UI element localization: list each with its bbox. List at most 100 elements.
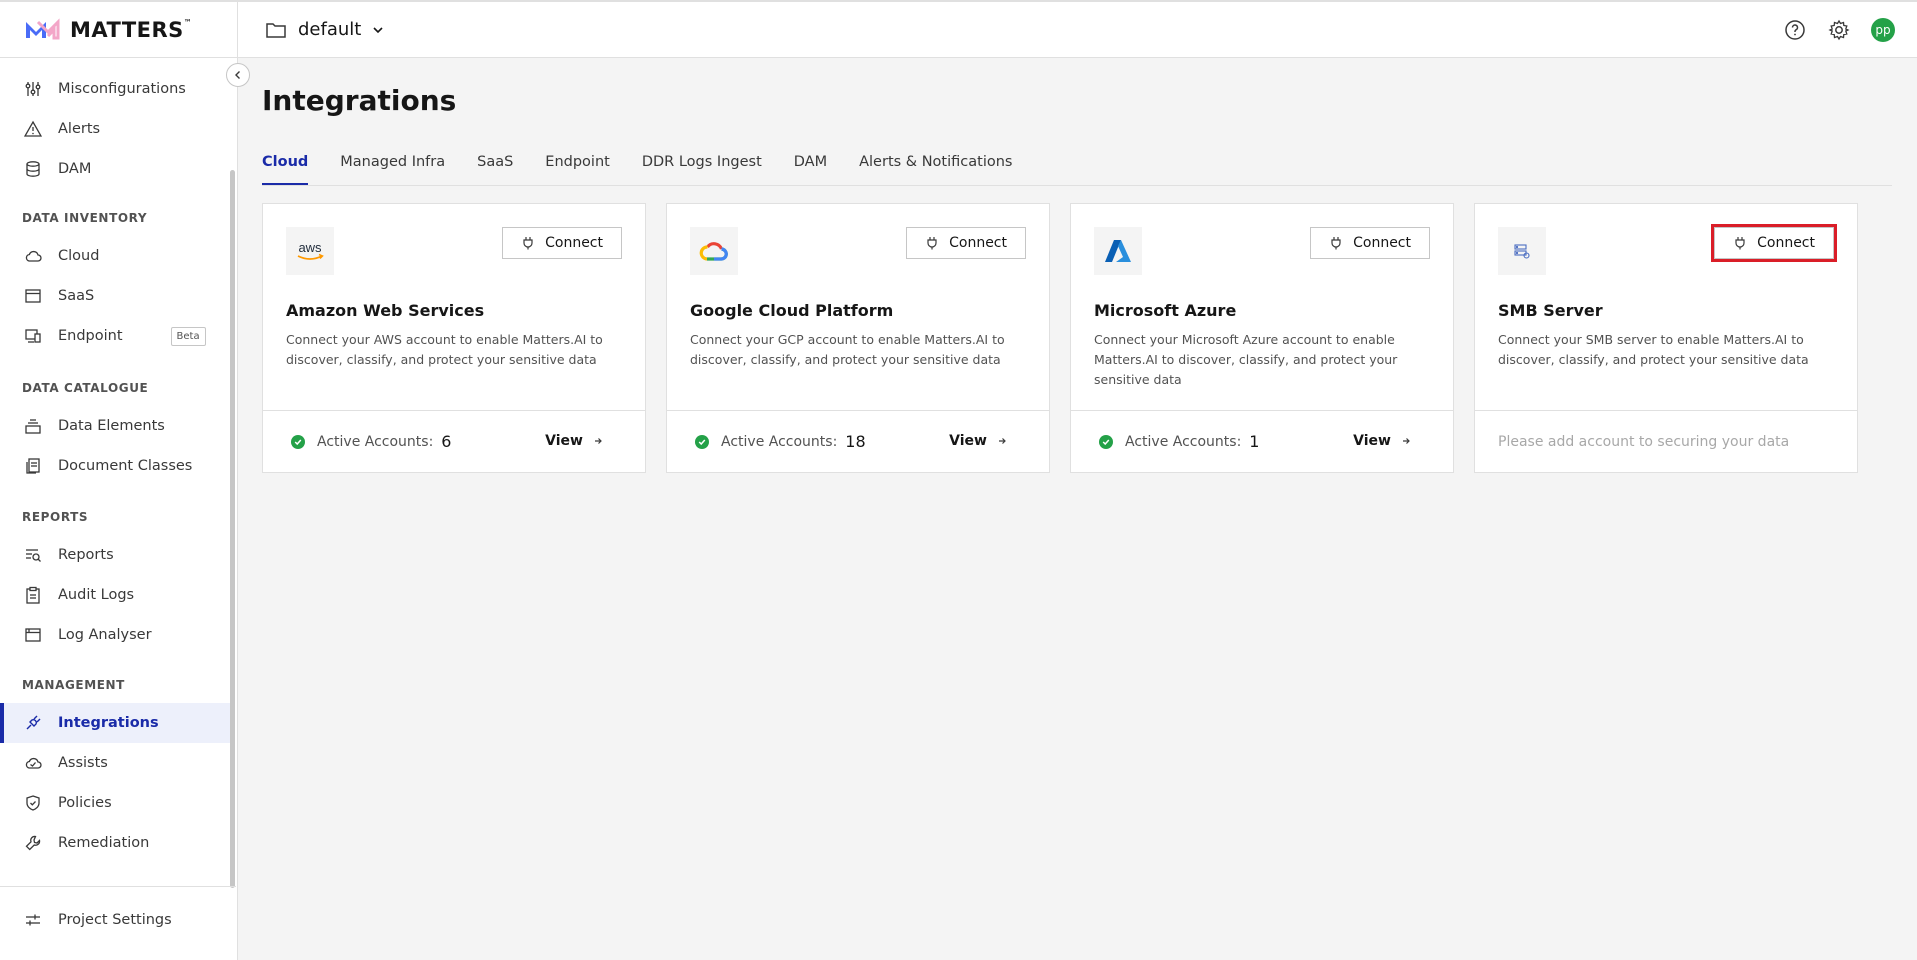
tab-saas[interactable]: SaaS <box>477 154 513 185</box>
tab-ddr-logs-ingest[interactable]: DDR Logs Ingest <box>642 154 762 185</box>
active-accounts-label: Active Accounts: <box>721 433 838 450</box>
tab-dam[interactable]: DAM <box>794 154 827 185</box>
chevron-down-icon <box>373 26 383 33</box>
sidebar: Misconfigurations Alerts DAM DATA INVENT… <box>0 58 238 960</box>
beta-badge: Beta <box>170 326 206 346</box>
sidebar-item-cloud[interactable]: Cloud <box>0 236 230 276</box>
sidebar-item-data-elements[interactable]: Data Elements <box>0 406 230 446</box>
check-circle-icon <box>695 434 709 449</box>
active-accounts-label: Active Accounts: <box>1125 433 1242 450</box>
header-actions: pp <box>1783 18 1895 42</box>
tab-managed-infra[interactable]: Managed Infra <box>340 154 445 185</box>
arrow-right-icon <box>1403 438 1410 444</box>
sidebar-item-dam[interactable]: DAM <box>0 149 230 189</box>
integration-card-aws: aws Connect Amazon Web Services Connect … <box>262 203 646 473</box>
sidebar-item-label: DAM <box>58 161 92 177</box>
sidebar-collapse-button[interactable] <box>226 63 250 87</box>
sidebar-item-label: Policies <box>58 795 112 811</box>
card-description: Connect your SMB server to enable Matter… <box>1498 332 1809 367</box>
sidebar-item-label: Project Settings <box>58 912 172 928</box>
tab-cloud[interactable]: Cloud <box>262 154 309 185</box>
sidebar-item-misconfigurations[interactable]: Misconfigurations <box>0 69 230 109</box>
database-icon <box>26 161 40 177</box>
tab-endpoint[interactable]: Endpoint <box>545 154 610 185</box>
check-circle-icon <box>291 434 305 449</box>
sidebar-item-endpoint[interactable]: Endpoint Beta <box>0 316 230 356</box>
empty-accounts-message: Please add account to securing your data <box>1498 433 1790 450</box>
section-reports: REPORTS <box>22 510 89 524</box>
sidebar-item-saas[interactable]: SaaS <box>0 276 230 316</box>
connect-button[interactable]: Connect <box>1310 227 1430 259</box>
settings-button[interactable] <box>1827 18 1851 42</box>
card-footer: Please add account to securing your data <box>1475 410 1857 472</box>
integration-card-gcp: Connect Google Cloud Platform Connect yo… <box>666 203 1050 473</box>
sidebar-item-label: Reports <box>58 547 114 563</box>
sidebar-item-project-settings[interactable]: Project Settings <box>0 900 230 940</box>
sidebar-divider <box>0 886 236 887</box>
brand-logo[interactable]: MATTERS™ <box>0 2 238 57</box>
card-footer: Active Accounts: 6 View <box>263 410 645 472</box>
card-description: Connect your AWS account to enable Matte… <box>286 332 603 367</box>
integration-tabs: Cloud Managed Infra SaaS Endpoint DDR Lo… <box>262 154 1892 186</box>
active-accounts-count: 1 <box>1249 432 1260 451</box>
arrow-right-icon <box>595 438 602 444</box>
tab-alerts-notifications[interactable]: Alerts & Notifications <box>859 154 1012 185</box>
help-icon <box>1785 20 1805 40</box>
gcp-logo <box>690 227 738 275</box>
sidebar-item-alerts[interactable]: Alerts <box>0 109 230 149</box>
card-description: Connect your Microsoft Azure account to … <box>1094 332 1398 387</box>
devices-icon <box>25 329 41 343</box>
brand-name: MATTERS™ <box>70 17 193 42</box>
connect-button[interactable]: Connect <box>502 227 622 259</box>
user-avatar[interactable]: pp <box>1871 18 1895 42</box>
sidebar-item-assists[interactable]: Assists <box>0 743 230 783</box>
sidebar-item-label: Cloud <box>58 248 100 264</box>
server-icon <box>1514 244 1530 259</box>
section-data-inventory: DATA INVENTORY <box>22 211 148 225</box>
card-title: Amazon Web Services <box>286 301 485 320</box>
view-link[interactable]: View <box>949 433 1007 449</box>
cloud-icon <box>25 250 42 262</box>
card-footer: Active Accounts: 1 View <box>1071 410 1453 472</box>
sidebar-item-document-classes[interactable]: Document Classes <box>0 446 230 486</box>
integration-cards: aws Connect Amazon Web Services Connect … <box>262 203 1858 473</box>
azure-logo <box>1094 227 1142 275</box>
smb-logo <box>1498 227 1546 275</box>
top-bar: MATTERS™ default pp <box>0 0 1917 58</box>
view-link[interactable]: View <box>545 433 603 449</box>
sidebar-item-reports[interactable]: Reports <box>0 535 230 575</box>
chevron-left-icon <box>235 71 240 79</box>
view-link[interactable]: View <box>1353 433 1411 449</box>
sidebar-item-label: Integrations <box>58 715 159 731</box>
plug-icon <box>523 237 533 250</box>
sidebar-item-log-analyser[interactable]: Log Analyser <box>0 615 230 655</box>
active-accounts-count: 18 <box>845 432 866 451</box>
card-footer: Active Accounts: 18 View <box>667 410 1049 472</box>
aws-logo: aws <box>286 227 334 275</box>
section-data-catalogue: DATA CATALOGUE <box>22 381 149 395</box>
sidebar-item-label: Assists <box>58 755 108 771</box>
matters-logo-icon <box>26 17 60 39</box>
svg-text:aws: aws <box>298 240 322 255</box>
plug-icon <box>1331 237 1341 250</box>
folder-icon <box>266 22 286 38</box>
wrench-icon <box>25 835 41 851</box>
sidebar-item-integrations[interactable]: Integrations <box>0 703 230 743</box>
azure-icon <box>1105 240 1131 262</box>
sidebar-item-label: Alerts <box>58 121 101 137</box>
sidebar-item-label: Document Classes <box>58 458 193 474</box>
plug-icon <box>26 715 41 730</box>
project-selector[interactable]: default <box>266 19 383 40</box>
plug-icon <box>1735 237 1745 250</box>
project-name: default <box>298 19 362 40</box>
help-button[interactable] <box>1783 18 1807 42</box>
sidebar-item-policies[interactable]: Policies <box>0 783 230 823</box>
sidebar-item-label: Endpoint <box>58 328 123 344</box>
sidebar-item-audit-logs[interactable]: Audit Logs <box>0 575 230 615</box>
gear-icon <box>1828 19 1850 41</box>
sidebar-scrollbar[interactable] <box>230 170 235 888</box>
connect-button[interactable]: Connect <box>906 227 1026 259</box>
connect-button[interactable]: Connect <box>1711 224 1837 262</box>
sliders-icon <box>25 82 41 96</box>
sidebar-item-remediation[interactable]: Remediation <box>0 823 230 863</box>
